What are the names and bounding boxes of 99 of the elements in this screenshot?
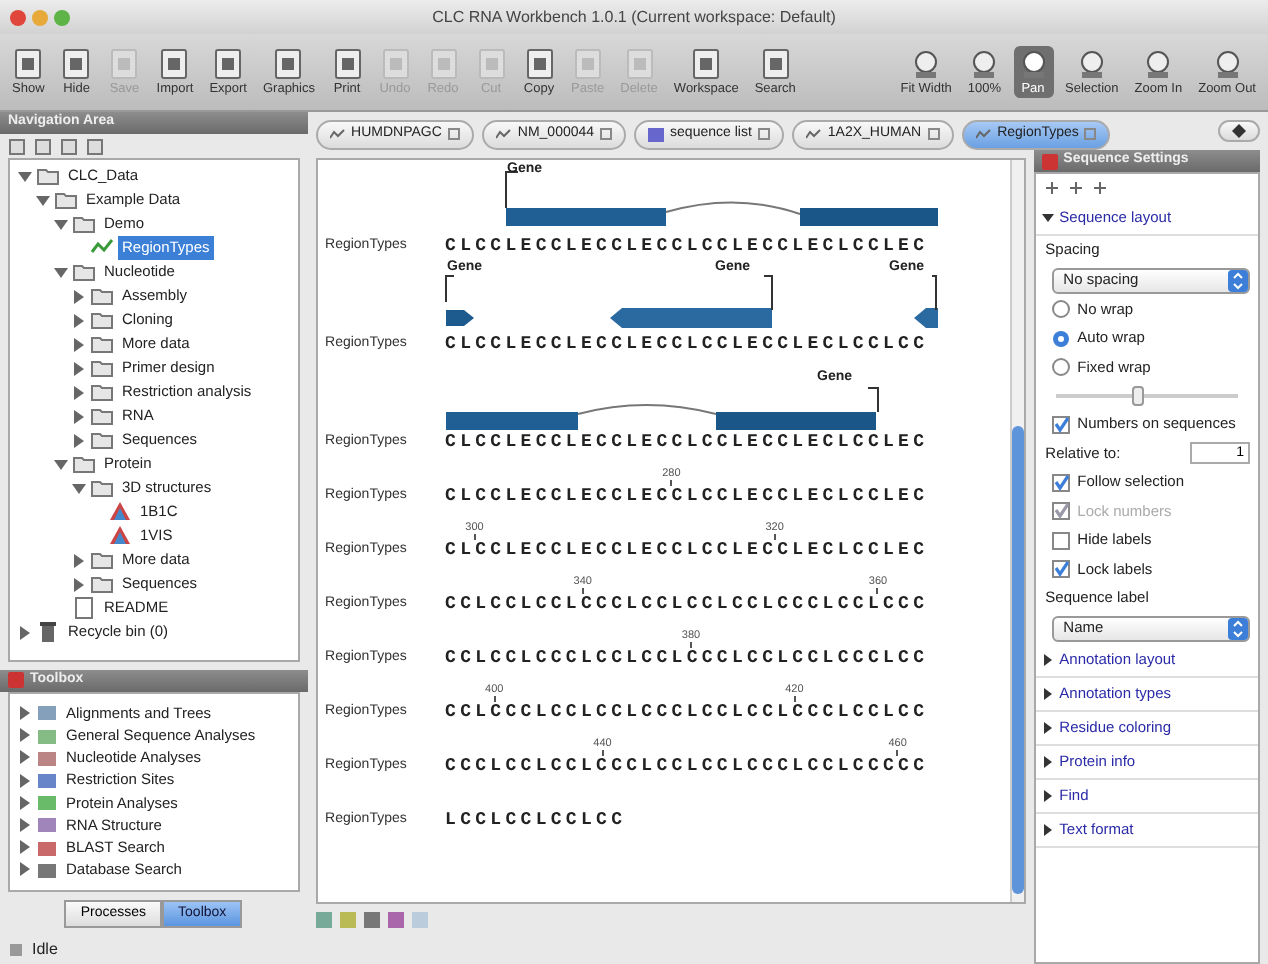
sequence-text: CLCCLECCLECCLECCLCCLECCLECLCCLEC — [445, 235, 929, 257]
document-icon — [72, 596, 96, 620]
scrollbar[interactable] — [1009, 159, 1024, 902]
list-icon — [648, 127, 665, 142]
collapse-icon[interactable] — [36, 193, 50, 207]
checkbox[interactable] — [1051, 531, 1070, 550]
expand-icon[interactable] — [72, 385, 86, 399]
magnifier-icon — [1142, 47, 1175, 80]
sequence-text: LCCLCCLCCLCC — [445, 809, 627, 831]
expand-icon — [1041, 687, 1054, 699]
expand-icon[interactable] — [72, 289, 86, 303]
document-icon — [571, 47, 604, 80]
document-icon — [212, 47, 245, 80]
close-icon[interactable] — [927, 128, 940, 141]
expand-icon[interactable] — [72, 361, 86, 375]
sequence-icon — [329, 127, 346, 142]
document-icon — [272, 47, 305, 80]
collapse-icon[interactable] — [72, 481, 86, 495]
diamond-icon — [1232, 124, 1246, 138]
sequence-text: CCLCCLCCCLCCLCCLCCCLCCLCCLCCCLCC — [445, 647, 929, 669]
window-title: CLC RNA Workbench 1.0.1 (Current workspace: Default) — [432, 5, 836, 29]
collapse-icon[interactable] — [18, 169, 32, 183]
sequence-icon — [975, 127, 992, 142]
document-icon — [331, 47, 363, 80]
status-icon — [8, 942, 24, 958]
sequence-icon — [805, 127, 822, 142]
folder-icon — [90, 332, 114, 356]
document-icon — [759, 47, 792, 80]
magnifier-icon — [1075, 47, 1108, 80]
window-controls-drawing[interactable] — [8, 8, 76, 28]
expand-icon[interactable] — [72, 337, 86, 351]
checkbox[interactable] — [1051, 560, 1070, 579]
dropdown-arrow-icon — [1228, 617, 1248, 639]
magnifier-icon — [1017, 47, 1049, 80]
radio-button[interactable] — [1051, 300, 1070, 319]
sequence-text: CLCCLECCLECCLECCLCCLECCLECLCCLEC — [445, 431, 929, 453]
document-icon — [523, 47, 555, 80]
expand-icon — [1041, 823, 1054, 835]
document-icon — [427, 47, 459, 80]
structure-icon — [108, 524, 132, 548]
document-icon — [12, 47, 45, 80]
folder-icon — [90, 356, 114, 380]
collapse-icon[interactable] — [54, 457, 68, 471]
folder-icon — [72, 212, 96, 236]
folder-icon — [90, 404, 114, 428]
checkbox[interactable] — [1051, 415, 1070, 434]
close-icon[interactable] — [757, 128, 770, 141]
expand-icon — [1041, 721, 1054, 733]
status-text: Idle — [32, 938, 58, 962]
sequence-text: CLCCLECCLECCLECCLCCLECCLECLCCLCC — [445, 333, 929, 355]
slider[interactable] — [1055, 382, 1238, 410]
folder-icon — [90, 548, 114, 572]
folder-icon — [90, 572, 114, 596]
expand-icon[interactable] — [72, 577, 86, 591]
expand-icon — [1041, 653, 1054, 665]
magnifier-icon — [1211, 47, 1244, 80]
expand-icon[interactable] — [72, 433, 86, 447]
expand-icon — [1041, 789, 1054, 801]
folder-icon — [90, 308, 114, 332]
radio-button[interactable] — [1051, 329, 1070, 348]
folder-icon — [54, 188, 78, 212]
sequence-text: CCCLCCLCCLCCCLCCLCCLCCCLCCLCCCCC — [445, 755, 929, 777]
tab-list-button[interactable] — [1218, 120, 1260, 142]
document-icon — [158, 47, 191, 80]
checkbox[interactable] — [1051, 473, 1070, 492]
expand-icon[interactable] — [72, 409, 86, 423]
radio-button[interactable] — [1051, 358, 1070, 377]
folder-icon — [90, 380, 114, 404]
magnifier-icon — [910, 47, 943, 80]
folder-icon — [90, 284, 114, 308]
magnifier-icon — [968, 47, 1001, 80]
sequence-icon — [495, 127, 512, 142]
close-icon[interactable] — [600, 128, 613, 141]
expand-icon[interactable] — [72, 313, 86, 327]
collapse-icon — [1041, 212, 1054, 224]
expand-icon[interactable] — [72, 553, 86, 567]
trash-icon — [36, 620, 60, 644]
folder-icon — [72, 260, 96, 284]
folder-icon — [36, 164, 60, 188]
document-icon — [475, 47, 507, 80]
folder-icon — [72, 452, 96, 476]
sequence-text: CLCCLECCLECCLECCLCCLECCLECLCCLEC — [445, 485, 929, 507]
structure-icon — [108, 500, 132, 524]
document-icon — [60, 47, 93, 80]
sequence-text: CLCCLECCLECCLECCLCCLECCLECLCCLEC — [445, 539, 929, 561]
expand-icon[interactable] — [18, 625, 32, 639]
close-icon[interactable] — [447, 128, 460, 141]
document-icon — [623, 47, 656, 80]
sequence-text: CCLCCLCCLCCCLCCLCCLCCLCCCLCCLCCC — [445, 593, 929, 615]
expand-icon — [1041, 755, 1054, 767]
collapse-icon[interactable] — [54, 217, 68, 231]
document-icon — [690, 47, 723, 80]
document-icon — [108, 47, 141, 80]
dropdown-arrow-icon — [1228, 269, 1248, 291]
folder-icon — [90, 428, 114, 452]
sequence-text: CCLCCCLCCLCCLCCCLCCLCCLCCCLCCLCC — [445, 701, 929, 723]
document-icon — [379, 47, 411, 80]
folder-icon — [90, 476, 114, 500]
collapse-icon[interactable] — [54, 265, 68, 279]
